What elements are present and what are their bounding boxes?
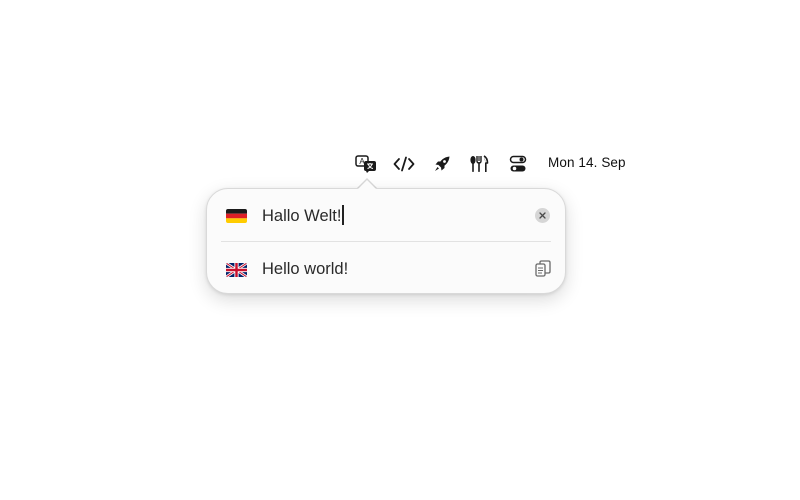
popover-arrow-fill xyxy=(357,180,377,190)
copy-button[interactable] xyxy=(535,260,551,278)
text-caret xyxy=(342,205,344,225)
target-row: Hello world! xyxy=(207,243,565,295)
rocket-icon[interactable] xyxy=(430,153,454,175)
menubar-date[interactable]: Mon 14. Sep xyxy=(548,155,626,170)
close-icon xyxy=(539,212,546,219)
divider xyxy=(221,241,551,242)
source-text: Hallo Welt! xyxy=(262,207,342,225)
clear-button[interactable] xyxy=(535,208,550,223)
copy-icon xyxy=(535,260,551,277)
code-icon[interactable] xyxy=(392,153,416,175)
german-flag-icon xyxy=(226,209,247,223)
translate-icon[interactable]: A xyxy=(354,153,378,175)
menu-bar: A Mon 14. Sep xyxy=(0,150,800,178)
uk-flag-icon xyxy=(226,263,247,277)
source-row: Hallo Welt! xyxy=(207,189,565,241)
translated-text: Hello world! xyxy=(262,260,349,278)
translation-popover: Hallo Welt! Hello world! xyxy=(206,188,566,294)
utensils-icon[interactable] xyxy=(467,153,491,175)
toggle-icon[interactable] xyxy=(506,153,530,175)
source-text-input[interactable]: Hallo Welt! xyxy=(262,205,344,226)
